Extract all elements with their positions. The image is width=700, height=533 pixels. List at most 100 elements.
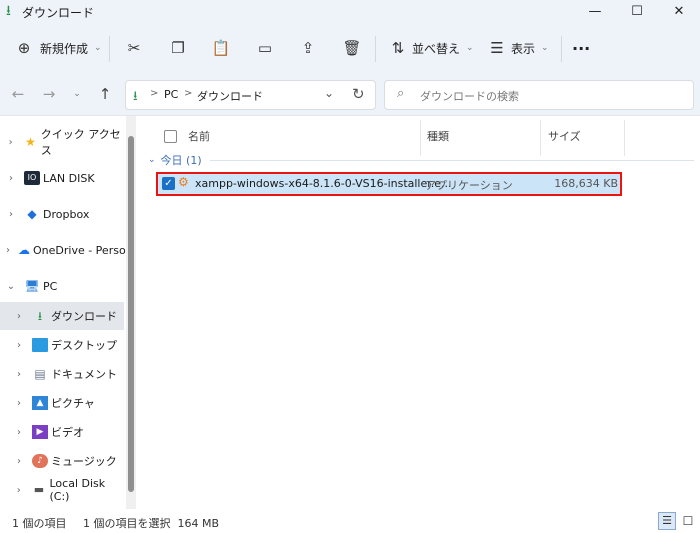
search-input[interactable]: ダウンロードの検索 (420, 88, 519, 104)
sidebar-item-label: LAN DISK (43, 171, 95, 185)
document-icon: ▤ (34, 367, 46, 381)
sort-button[interactable]: ⇅ 並べ替え ⌄ (388, 36, 474, 60)
onedrive-icon: ☁ (18, 243, 30, 257)
sidebar-item-label: PC (43, 279, 58, 293)
toolbar-divider (561, 36, 562, 62)
sidebar-scrollbar-thumb[interactable] (128, 136, 134, 492)
group-label: 今日 (1) (160, 154, 202, 167)
file-row[interactable]: ✓ ⚙ xampp-windows-x64-8.1.6-0-VS16-insta… (156, 172, 622, 196)
sidebar-item-quick-access[interactable]: › ★ クイック アクセス (0, 128, 124, 157)
sidebar-item-documents[interactable]: › ▤ ドキュメント (0, 360, 124, 388)
file-type: アプリケーション (425, 179, 513, 192)
chevron-right-icon: › (17, 397, 21, 409)
address-dropdown-button[interactable]: ⌄ (324, 86, 334, 100)
rename-button[interactable]: ▭ (255, 36, 275, 60)
list-view-icon: ☰ (490, 39, 504, 57)
close-button[interactable]: ✕ (658, 0, 700, 24)
picture-icon: ▲ (32, 396, 48, 410)
column-divider[interactable] (540, 120, 541, 156)
clipboard-icon: 📋 (211, 39, 231, 57)
column-header-name[interactable]: 名前 (188, 124, 210, 150)
column-divider[interactable] (420, 120, 421, 156)
sidebar-item-label: Dropbox (43, 207, 90, 221)
download-icon: ⭳ (133, 89, 138, 104)
chevron-right-icon: › (9, 208, 13, 220)
sidebar-item-downloads[interactable]: › ⭳ ダウンロード (0, 302, 124, 330)
plus-circle-icon: ⊕ (17, 39, 31, 57)
recent-locations-button[interactable]: ⌄ (67, 84, 87, 104)
chevron-down-icon: ⌄ (6, 280, 16, 292)
file-size: 168,634 KB (554, 177, 618, 190)
row-checkbox[interactable]: ✓ (162, 177, 175, 190)
up-button[interactable]: ↑ (95, 84, 115, 104)
new-label: 新規作成 (40, 41, 89, 56)
sidebar-item-desktop[interactable]: › デスクトップ (0, 331, 124, 359)
sidebar-item-label: Local Disk (C:) (49, 477, 106, 503)
rename-icon: ▭ (257, 39, 273, 57)
view-button[interactable]: ☰ 表示 ⌄ (487, 36, 549, 60)
refresh-button[interactable]: ↻ (352, 85, 365, 103)
chevron-down-icon: ⌄ (541, 43, 549, 53)
trash-icon: 🗑 (342, 39, 362, 57)
sidebar-item-label: クイック アクセス (40, 128, 121, 157)
file-name: xampp-windows-x64-8.1.6-0-VS16-installer… (195, 177, 452, 190)
tiles-view-button[interactable]: ☐ (680, 512, 696, 530)
sidebar-item-pc[interactable]: ⌄ 🖥 PC (0, 272, 124, 300)
breadcrumb-downloads[interactable]: ダウンロード (197, 88, 263, 104)
share-icon: ⇪ (301, 39, 315, 57)
sort-label: 並べ替え (412, 41, 461, 56)
chevron-right-icon: › (6, 244, 10, 256)
sidebar-item-label: ダウンロード (51, 310, 117, 323)
paste-button[interactable]: 📋 (211, 36, 231, 60)
sidebar-item-videos[interactable]: › ▶ ビデオ (0, 418, 124, 446)
copy-icon: ❐ (171, 39, 185, 57)
chevron-down-icon: ⌄ (94, 43, 102, 53)
chevron-right-icon: › (9, 172, 13, 184)
breadcrumb-pc[interactable]: PC (164, 88, 178, 101)
group-header-today[interactable]: ⌄ 今日 (1) (148, 152, 694, 168)
chevron-right-icon: › (17, 310, 21, 322)
column-header-type[interactable]: 種類 (427, 124, 449, 150)
title-bar: ⭳ ダウンロード — ☐ ✕ (0, 0, 700, 24)
more-icon: ··· (572, 38, 591, 58)
delete-button[interactable]: 🗑 (342, 36, 362, 60)
select-all-checkbox[interactable] (164, 130, 177, 143)
lan-disk-icon: IO (24, 171, 40, 185)
drive-icon: ▬ (33, 483, 45, 496)
sidebar-item-music[interactable]: › ♪ ミュージック (0, 447, 124, 475)
search-box[interactable]: ⌕ ダウンロードの検索 (384, 80, 694, 110)
sidebar-item-local-disk[interactable]: › ▬ Local Disk (C:) (0, 476, 124, 504)
sidebar-item-label: ミュージック (51, 455, 117, 468)
breadcrumb-separator: > (184, 88, 193, 99)
sidebar-item-onedrive[interactable]: › ☁ OneDrive - Perso (0, 236, 126, 264)
sidebar-item-lan-disk[interactable]: › IO LAN DISK (0, 164, 124, 192)
star-icon: ★ (25, 135, 36, 149)
sidebar-item-pictures[interactable]: › ▲ ピクチャ (0, 389, 124, 417)
column-header-size[interactable]: サイズ (548, 124, 581, 150)
column-divider[interactable] (624, 120, 625, 156)
address-bar[interactable]: ⭳ > PC > ダウンロード ⌄ ↻ (125, 80, 376, 110)
details-view-button[interactable]: ☰ (658, 512, 676, 530)
sidebar-item-label: OneDrive - Perso (33, 243, 126, 257)
chevron-right-icon: › (16, 484, 21, 496)
pc-icon: 🖥 (24, 279, 40, 293)
item-count: 1 個の項目 (12, 517, 67, 530)
music-icon: ♪ (32, 454, 48, 468)
share-button[interactable]: ⇪ (298, 36, 318, 60)
toolbar-divider (109, 36, 110, 62)
maximize-button[interactable]: ☐ (616, 0, 658, 24)
sidebar-item-dropbox[interactable]: › ◆ Dropbox (0, 200, 124, 228)
chevron-right-icon: › (17, 368, 21, 380)
cut-button[interactable]: ✂ (124, 36, 144, 60)
chevron-down-icon: ⌄ (466, 43, 474, 53)
installer-icon: ⚙ (178, 175, 189, 189)
command-bar: ⊕ 新規作成 ⌄ ✂ ❐ 📋 ▭ ⇪ 🗑 ⇅ 並べ替え ⌄ ☰ 表示 ⌄ ··· (0, 24, 700, 72)
copy-button[interactable]: ❐ (168, 36, 188, 60)
new-button[interactable]: ⊕ 新規作成 ⌄ (14, 36, 102, 60)
back-button[interactable]: ← (8, 84, 28, 104)
minimize-button[interactable]: — (574, 0, 616, 24)
forward-button[interactable]: → (39, 84, 59, 104)
desktop-icon (32, 338, 48, 352)
more-options-button[interactable]: ··· (572, 36, 590, 60)
chevron-right-icon: › (17, 426, 21, 438)
